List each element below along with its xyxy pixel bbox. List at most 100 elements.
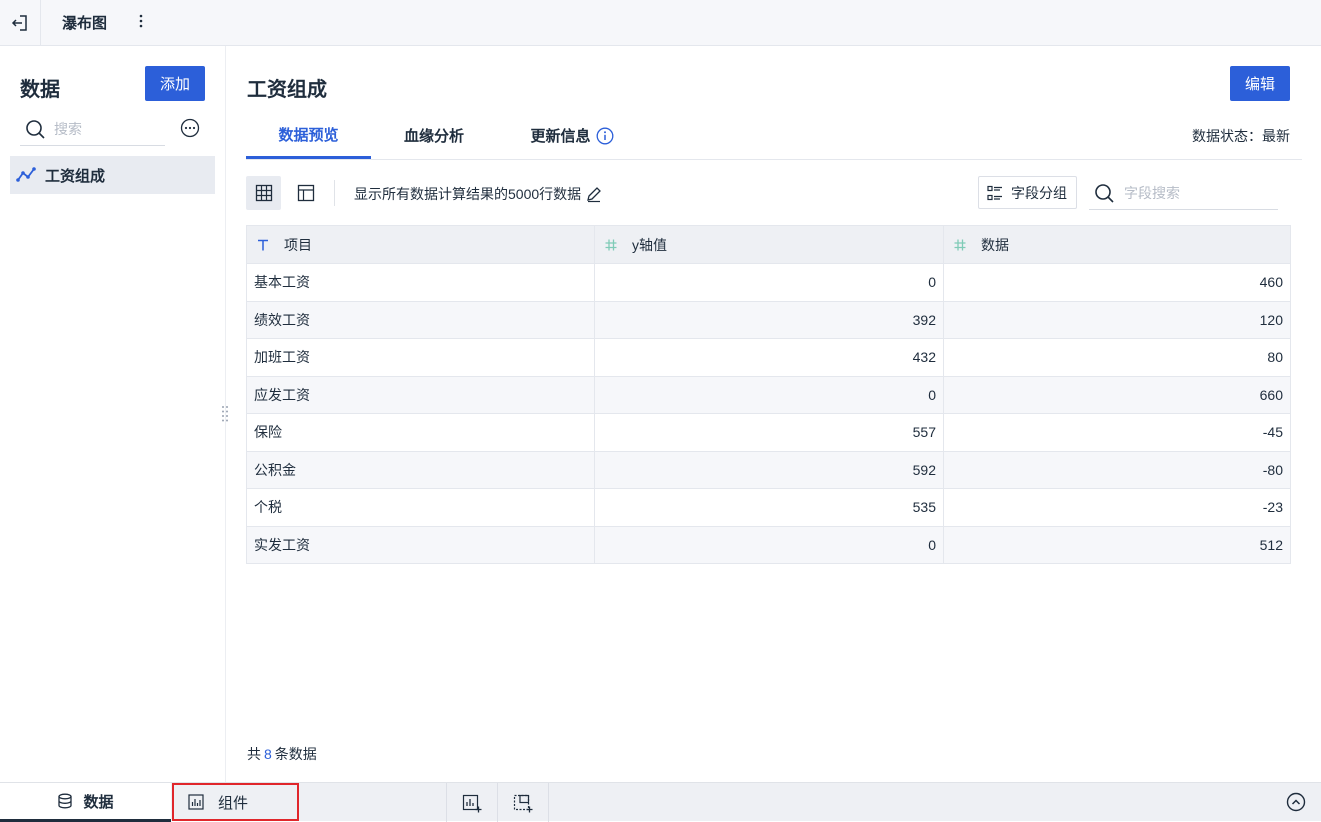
table-cell: 基本工资 [246, 263, 595, 302]
field-search-input[interactable] [1124, 184, 1264, 201]
bar-chart-icon [188, 794, 204, 810]
table-cell: 个税 [246, 488, 595, 527]
bottom-bar: 数据 组件 [0, 782, 1321, 822]
table-cell: 512 [943, 525, 1291, 564]
table-cell: -23 [943, 488, 1291, 527]
table-cell: 0 [594, 525, 944, 564]
resize-handle-icon[interactable] [221, 405, 229, 423]
edit-button[interactable]: 编辑 [1230, 66, 1290, 101]
table-cell: 460 [943, 263, 1291, 302]
data-search [20, 112, 165, 146]
table-cell: 0 [594, 375, 944, 414]
tab-label: 血缘分析 [403, 128, 464, 145]
bottom-divider [548, 783, 549, 822]
table-row: 绩效工资 392 120 [246, 300, 1291, 339]
dataset-item[interactable]: 工资组成 [10, 156, 215, 194]
table-cell: 0 [594, 263, 944, 302]
table-cell: 加班工资 [246, 338, 595, 377]
tab-update-info[interactable]: 更新信息 [529, 112, 615, 159]
table-row: 基本工资 0 460 [246, 263, 1291, 302]
tab-label: 数据预览 [278, 126, 339, 144]
column-header[interactable]: 项目 [246, 225, 595, 264]
tab-lineage[interactable]: 血缘分析 [391, 112, 477, 159]
table-row: 实发工资 0 512 [246, 525, 1291, 564]
row-count: 共 8 条数据 [247, 744, 317, 764]
add-component-icon[interactable] [513, 793, 533, 813]
exit-button[interactable] [0, 0, 41, 45]
field-group-button[interactable]: 字段分组 [978, 176, 1077, 209]
row-count-prefix: 共 [247, 746, 261, 762]
table-row: 公积金 592 -80 [246, 450, 1291, 489]
data-table: 项目 y轴值 数据 基本工资 0 460 绩效工资 392 120 加班工资 4… [246, 225, 1291, 564]
data-tab-label: 数据 [83, 793, 114, 811]
table-row: 保险 557 -45 [246, 413, 1291, 452]
top-bar: 瀑布图 [0, 0, 1321, 46]
vertical-dots-icon [139, 14, 143, 28]
table-cell: 80 [943, 338, 1291, 377]
exit-icon [11, 14, 27, 31]
table-cell: 592 [594, 450, 944, 489]
table-cell: 535 [594, 488, 944, 527]
page-title: 工资组成 [247, 79, 327, 101]
row-count-number: 8 [264, 746, 272, 762]
bottom-divider [446, 783, 447, 822]
bottom-divider [497, 783, 498, 822]
dataset-name: 工资组成 [45, 167, 106, 185]
table-row: 个税 535 -23 [246, 488, 1291, 527]
table-cell: 660 [943, 375, 1291, 414]
column-name: 项目 [284, 236, 312, 253]
table-cell: 应发工资 [246, 375, 595, 414]
layout-icon [297, 184, 314, 202]
table-cell: 实发工资 [246, 525, 595, 564]
table-view-button[interactable] [246, 176, 281, 210]
table-cell: 392 [594, 300, 944, 339]
data-panel: 数据 添加 工资组成 [0, 46, 226, 782]
panel-title: 数据 [20, 79, 60, 101]
tab-label: 更新信息 [530, 128, 591, 145]
info-icon[interactable] [596, 127, 614, 145]
table-cell: -80 [943, 450, 1291, 489]
table-cell: 432 [594, 338, 944, 377]
table-cell: -45 [943, 413, 1291, 452]
pencil-icon[interactable] [585, 185, 603, 203]
add-button[interactable]: 添加 [145, 66, 205, 101]
chevron-up-circle-icon[interactable] [1286, 792, 1306, 812]
column-header[interactable]: y轴值 [594, 225, 944, 264]
column-name: 数据 [981, 236, 1009, 253]
component-tab-label: 组件 [218, 794, 249, 812]
table-cell: 保险 [246, 413, 595, 452]
more-circle-icon[interactable] [180, 118, 200, 138]
search-input[interactable] [54, 120, 154, 137]
database-icon [58, 793, 73, 809]
data-status: 数据状态：最新 [1192, 128, 1290, 144]
tab-bar: 数据预览 血缘分析 更新信息 [246, 112, 1302, 160]
table-cell: 557 [594, 413, 944, 452]
text-type-icon [258, 239, 268, 250]
column-header[interactable]: 数据 [943, 225, 1291, 264]
table-cell: 公积金 [246, 450, 595, 489]
preview-description: 显示所有数据计算结果的5000行数据 [354, 184, 603, 204]
line-chart-icon [16, 167, 36, 182]
field-search [1089, 176, 1278, 210]
document-title: 瀑布图 [62, 15, 108, 32]
add-chart-icon[interactable] [462, 793, 482, 813]
search-icon [26, 119, 45, 139]
layout-view-button[interactable] [288, 176, 323, 210]
table-row: 应发工资 0 660 [246, 375, 1291, 414]
number-type-icon [954, 239, 966, 250]
field-group-label: 字段分组 [1011, 184, 1067, 201]
table-cell: 120 [943, 300, 1291, 339]
field-group-icon [987, 185, 1002, 200]
component-tab-button[interactable]: 组件 [172, 783, 299, 821]
description-text: 显示所有数据计算结果的5000行数据 [354, 186, 582, 202]
search-icon [1095, 183, 1114, 203]
table-row: 加班工资 432 80 [246, 338, 1291, 377]
number-type-icon [605, 239, 617, 250]
toolbar-divider [334, 180, 335, 206]
grid-icon [255, 184, 272, 202]
column-name: y轴值 [632, 236, 667, 253]
more-options-button[interactable] [134, 11, 148, 31]
table-header-row: 项目 y轴值 数据 [246, 225, 1291, 264]
tab-data-preview[interactable]: 数据预览 [246, 112, 371, 159]
data-tab-button[interactable]: 数据 [0, 783, 171, 822]
